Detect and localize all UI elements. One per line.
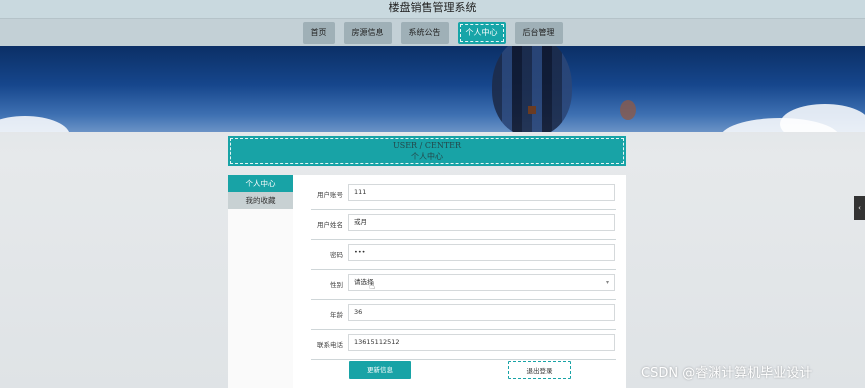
nav-item-admin[interactable]: 后台管理 (514, 21, 563, 44)
update-info-button[interactable]: 更新信息 (349, 361, 411, 379)
sidebar: 个人中心 我的收藏 (228, 175, 293, 209)
name-label: 用户姓名 (317, 221, 343, 229)
password-label: 密码 (330, 251, 343, 259)
sidebar-item-user-center[interactable]: 个人中心 (228, 175, 293, 192)
sidebar-item-favorites[interactable]: 我的收藏 (228, 192, 293, 209)
form-row-name: 用户姓名 或月 (293, 210, 626, 240)
age-input[interactable]: 36 (348, 304, 615, 321)
row-divider (311, 359, 616, 360)
logout-button[interactable]: 退出登录 (508, 361, 571, 379)
form-row-account: 用户账号 111 (293, 180, 626, 210)
chevron-left-icon[interactable]: ‹ (854, 196, 865, 220)
app-title: 楼盘销售管理系统 (0, 0, 865, 18)
cloud-shape (0, 116, 70, 132)
cloud-shape (780, 104, 865, 132)
small-balloon-image (620, 100, 636, 120)
gender-select[interactable]: 请选择 ▾ (348, 274, 615, 291)
name-input[interactable]: 或月 (348, 214, 615, 231)
hand-cursor-icon: ☝ (369, 281, 376, 292)
panel-header: USER / CENTER 个人中心 (228, 136, 626, 166)
hero-banner (0, 46, 865, 132)
profile-form: 用户账号 111 用户姓名 或月 密码 ••• 性别 请选择 ▾ 年龄 36 联… (293, 175, 626, 388)
account-label: 用户账号 (317, 191, 343, 199)
password-input[interactable]: ••• (348, 244, 615, 261)
balloon-basket-image (528, 106, 536, 114)
panel-title-cn: 个人中心 (411, 152, 443, 161)
sidebar-background (228, 209, 293, 388)
form-row-phone: 联系电话 13615112512 (293, 330, 626, 360)
phone-input[interactable]: 13615112512 (348, 334, 615, 351)
form-row-password: 密码 ••• (293, 240, 626, 270)
nav-item-announcements[interactable]: 系统公告 (400, 21, 449, 44)
top-nav: 首页 房源信息 系统公告 个人中心 后台管理 (0, 18, 865, 46)
account-input[interactable]: 111 (348, 184, 615, 201)
form-row-gender: 性别 请选择 ▾ (293, 270, 626, 300)
hot-air-balloon-image (492, 46, 572, 132)
nav-item-listings[interactable]: 房源信息 (343, 21, 392, 44)
watermark-text: CSDN @睿渊计算机毕业设计 (641, 366, 813, 381)
nav-item-user-center[interactable]: 个人中心 (457, 21, 506, 44)
panel-title-en: USER / CENTER (392, 141, 462, 150)
gender-label: 性别 (330, 281, 343, 289)
form-row-age: 年龄 36 (293, 300, 626, 330)
phone-label: 联系电话 (317, 341, 343, 349)
nav-item-home[interactable]: 首页 (302, 21, 335, 44)
chevron-down-icon: ▾ (605, 279, 609, 286)
age-label: 年龄 (330, 311, 343, 319)
